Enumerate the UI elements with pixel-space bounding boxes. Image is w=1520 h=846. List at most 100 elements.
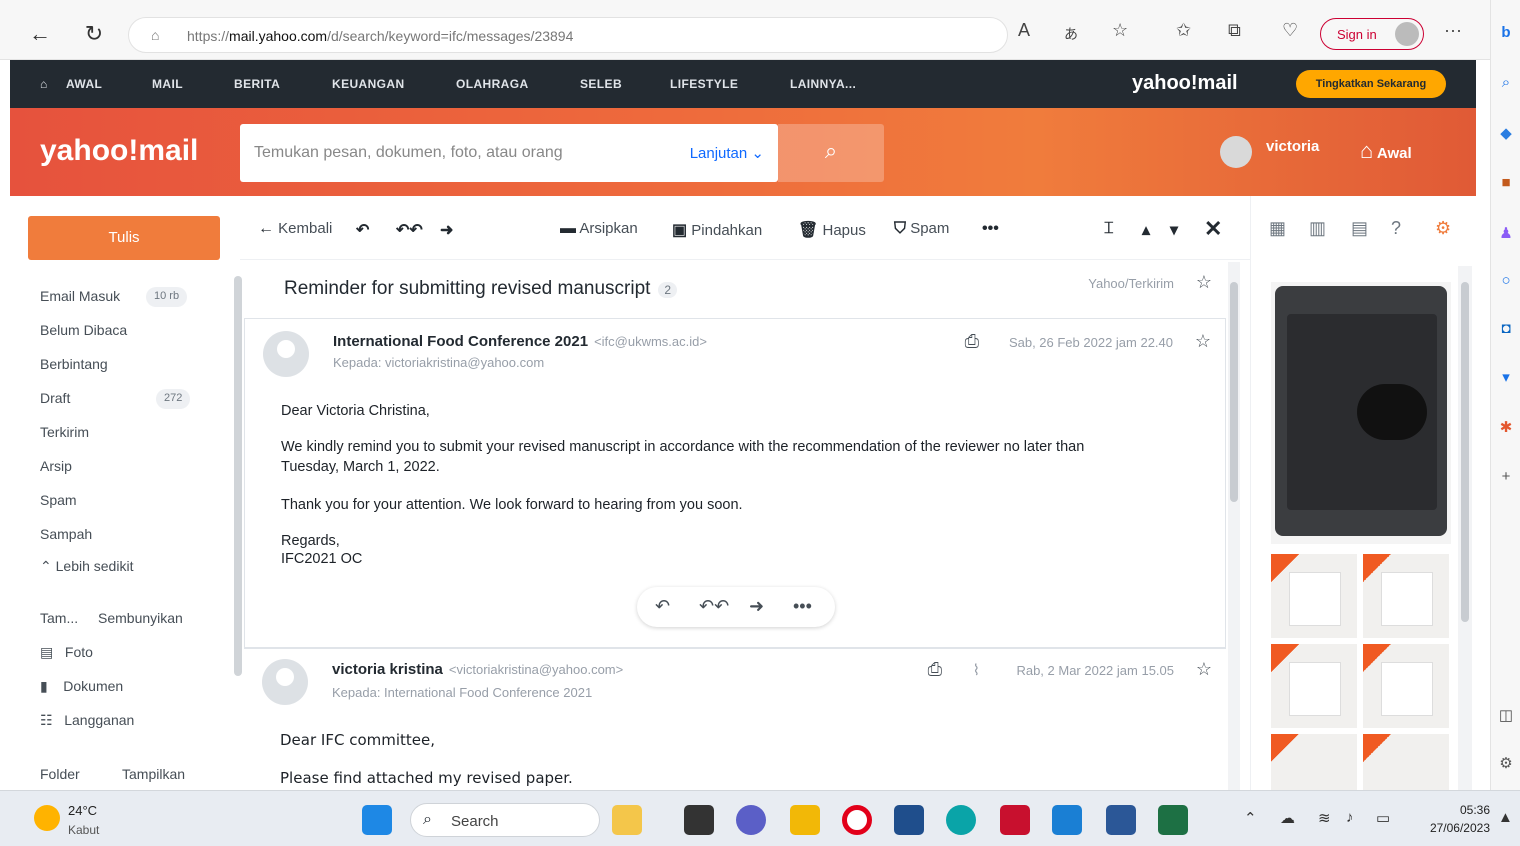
bing-icon[interactable]: b: [1496, 24, 1516, 42]
excel-icon[interactable]: [1158, 805, 1188, 835]
favorite-star-icon[interactable]: ☆: [1112, 20, 1128, 41]
sidebar-scrollbar[interactable]: [234, 276, 242, 676]
wifi-icon[interactable]: ≋: [1318, 809, 1331, 827]
settings-icon[interactable]: ⚙: [1496, 754, 1516, 772]
sender[interactable]: victoria kristina <victoriakristina@yahoo…: [332, 661, 623, 678]
notification-icon[interactable]: ▲: [1498, 809, 1513, 826]
forward-icon[interactable]: ➜: [440, 220, 453, 240]
opera-icon[interactable]: [842, 805, 872, 835]
search-box[interactable]: Temukan pesan, dokumen, foto, atau orang…: [240, 124, 778, 182]
archive-button[interactable]: ▬ Arsipkan: [560, 220, 638, 238]
ad-thumb[interactable]: [1363, 734, 1449, 790]
home-link[interactable]: ⌂ Awal: [1360, 138, 1412, 164]
folder-starred[interactable]: Berbintang: [40, 356, 108, 372]
ad-thumb[interactable]: [1363, 644, 1449, 728]
view-documents[interactable]: ▮ Dokumen: [40, 678, 123, 695]
print-icon[interactable]: ⎙: [965, 331, 979, 352]
star-message-icon[interactable]: ☆: [1196, 659, 1212, 680]
refresh-icon[interactable]: ↻: [80, 20, 108, 48]
ad-thumb[interactable]: [1271, 644, 1357, 728]
address-bar[interactable]: ⌂ https://mail.yahoo.com/d/search/keywor…: [128, 17, 1008, 53]
view-subscriptions[interactable]: ☷ Langganan: [40, 712, 134, 729]
user-profile[interactable]: victoria: [1220, 136, 1319, 168]
more-menu-icon[interactable]: ···: [1444, 20, 1462, 41]
star-thread-icon[interactable]: ☆: [1196, 272, 1212, 293]
nav-item-lainnya[interactable]: LAINNYA...: [790, 77, 856, 91]
drop-icon[interactable]: ▾: [1496, 368, 1516, 386]
weather-icon[interactable]: [34, 805, 60, 831]
scrollbar-thumb[interactable]: [1230, 282, 1238, 502]
read-aloud-icon[interactable]: A: [1018, 20, 1030, 41]
split-screen-icon[interactable]: ◫: [1496, 706, 1516, 724]
chat-icon[interactable]: [736, 805, 766, 835]
yahoo-mail-logo[interactable]: yahoo!mail: [40, 134, 198, 168]
back-button[interactable]: ← Kembali: [258, 220, 332, 238]
taskbar-search[interactable]: ⌕ Search: [410, 803, 600, 837]
ad-thumb[interactable]: [1271, 554, 1357, 638]
forward-icon[interactable]: ➜: [749, 596, 764, 617]
more-icon[interactable]: •••: [793, 596, 812, 617]
folder-sent[interactable]: Terkirim: [40, 424, 89, 440]
notepad-icon[interactable]: ▤: [1351, 218, 1368, 239]
show-less-link[interactable]: ⌃ Lebih sedikit: [40, 558, 133, 575]
store-icon[interactable]: [894, 805, 924, 835]
collections-icon[interactable]: ⧉: [1228, 20, 1241, 41]
contacts-icon[interactable]: ▦: [1269, 218, 1286, 239]
nav-item-mail[interactable]: MAIL: [152, 77, 183, 91]
folder-drafts[interactable]: Draft: [40, 390, 70, 406]
volume-icon[interactable]: ♪: [1346, 809, 1354, 826]
search-button[interactable]: ⌕: [778, 124, 884, 182]
nav-item-awal[interactable]: AWAL: [66, 77, 102, 91]
games-icon[interactable]: ♟: [1496, 224, 1516, 242]
advanced-search-link[interactable]: Lanjutan ⌄: [690, 144, 764, 162]
widgets-icon[interactable]: [684, 805, 714, 835]
reply-all-icon[interactable]: ↶↶: [396, 220, 423, 240]
next-message-icon[interactable]: ▾: [1170, 220, 1178, 240]
upgrade-button[interactable]: Tingkatkan Sekarang: [1296, 70, 1446, 98]
task-view-icon[interactable]: [612, 805, 642, 835]
office-icon[interactable]: ○: [1496, 272, 1516, 290]
print-icon[interactable]: ⎙: [928, 659, 942, 680]
word-icon[interactable]: [1106, 805, 1136, 835]
folder-trash[interactable]: Sampah: [40, 526, 92, 542]
translate-icon[interactable]: あ: [1064, 24, 1078, 44]
folder-spam[interactable]: Spam: [40, 492, 77, 508]
edge-icon[interactable]: [946, 805, 976, 835]
sign-in-button[interactable]: Sign in: [1320, 18, 1424, 50]
ad-scrollbar[interactable]: [1458, 266, 1472, 790]
favorites-icon[interactable]: ✩: [1176, 20, 1191, 41]
taskbar-clock[interactable]: 05:36 27/06/2023: [1430, 803, 1490, 835]
app-l-icon[interactable]: [1052, 805, 1082, 835]
search-icon[interactable]: ⌕: [1496, 74, 1516, 92]
nav-item-berita[interactable]: BERITA: [234, 77, 280, 91]
previous-message-icon[interactable]: ▴: [1142, 220, 1150, 240]
reading-scrollbar[interactable]: [1228, 262, 1240, 790]
calendar-icon[interactable]: ▥: [1309, 218, 1326, 239]
compose-button[interactable]: Tulis: [28, 216, 220, 260]
outlook-icon[interactable]: ◘: [1496, 320, 1516, 338]
help-icon[interactable]: ?: [1391, 218, 1401, 239]
reply-all-icon[interactable]: ↶↶: [699, 596, 729, 617]
hide-views-link[interactable]: Sembunyikan: [98, 610, 183, 626]
star-message-icon[interactable]: ☆: [1195, 331, 1211, 352]
ad-thumb[interactable]: [1363, 554, 1449, 638]
add-icon[interactable]: +: [1496, 468, 1516, 486]
close-icon[interactable]: ✕: [1204, 216, 1222, 242]
folder-unread[interactable]: Belum Dibaca: [40, 322, 127, 338]
mcafee-icon[interactable]: [1000, 805, 1030, 835]
nav-item-olahraga[interactable]: OLAHRAGA: [456, 77, 529, 91]
scrollbar-thumb[interactable]: [1461, 282, 1469, 622]
reply-icon[interactable]: ↶: [356, 220, 369, 240]
settings-gear-icon[interactable]: ⚙: [1435, 218, 1451, 239]
more-actions-icon[interactable]: •••: [982, 220, 999, 238]
reply-icon[interactable]: ↶: [655, 596, 670, 617]
nav-item-seleb[interactable]: SELEB: [580, 77, 622, 91]
start-windows-icon[interactable]: [362, 805, 392, 835]
folder-archive[interactable]: Arsip: [40, 458, 72, 474]
ad-thumb[interactable]: [1271, 734, 1357, 790]
back-arrow-icon[interactable]: ←: [26, 20, 54, 48]
move-button[interactable]: ▣ Pindahkan: [672, 220, 762, 240]
spam-button[interactable]: ⛉ Spam: [894, 220, 949, 238]
battery-icon[interactable]: ▭: [1376, 809, 1390, 827]
view-photos[interactable]: ▤ Foto: [40, 644, 93, 661]
